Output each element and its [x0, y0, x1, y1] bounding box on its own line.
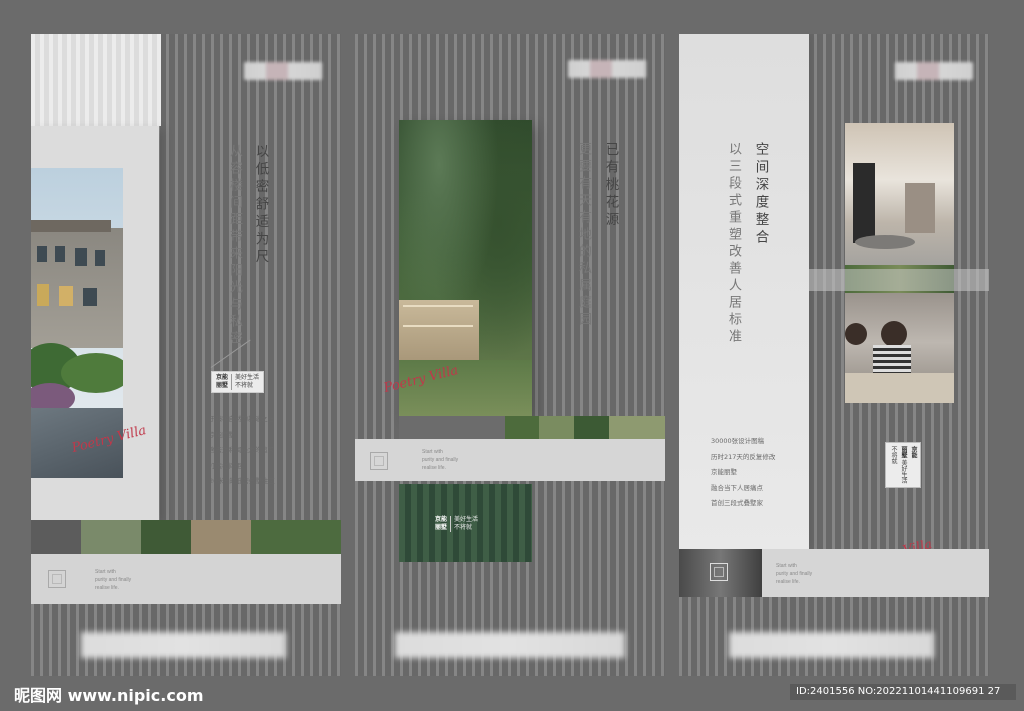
tagline-line: purity and finally — [776, 571, 813, 577]
body-line: 首创三段式叠墅家 — [711, 499, 763, 507]
body-line: 30000张设计图稿 — [711, 437, 765, 445]
blurred-logo — [568, 60, 646, 78]
blurred-footer — [729, 632, 934, 658]
body-text: 30000张设计图稿 历时217天的反复修改 京能丽墅 融合当下人居痛点 首创三… — [711, 434, 775, 512]
body-text: 于臻稀自然的基础之上 京能丽墅 舍去对利润最大的追求 打造楼间距 20米+的低密… — [209, 412, 275, 490]
brand-logo: 京能 丽墅美好生活 不将就 — [211, 371, 265, 393]
overlay-band — [809, 269, 989, 291]
blurred-logo — [895, 62, 973, 80]
blurred-footer — [395, 632, 625, 658]
brand-name: 京能 丽墅 — [216, 374, 229, 389]
brand-logo: 京能 丽墅 美好生活 不将就 — [885, 442, 921, 488]
body-line: 京能丽墅 — [711, 468, 737, 476]
english-tagline: Start with purity and finally realise li… — [95, 568, 131, 592]
tagline-line: realise life. — [776, 579, 800, 585]
footer-band — [31, 554, 341, 604]
poster-canvas: { "panel1": { "title": "以低密舒适为尺", "subti… — [0, 0, 1024, 711]
body-line: 打造楼间距 — [209, 461, 242, 470]
english-tagline: Start with purity and finally realise li… — [422, 448, 458, 472]
poster-panel-2: Poetry Villa 已有桃花源 更要有天有地的私属庭园 Start wit… — [355, 34, 665, 676]
body-line: 京能丽墅 — [209, 430, 235, 439]
body-line: 历时217天的反复修改 — [711, 452, 776, 461]
body-line: 于臻稀自然的基础之上 — [209, 415, 274, 423]
blurred-footer — [81, 632, 286, 658]
blurred-logo — [244, 62, 322, 80]
brand-logo: 京能 丽墅美好生活 不将就 — [435, 516, 478, 532]
poster-panel-3: 空间深度整合 以三段式重塑改善人居标准 30000张设计图稿 历时217天的反复… — [679, 34, 989, 676]
brand-slogan: 美好生活 不将就 — [454, 516, 479, 531]
tagline-line: realise life. — [422, 465, 446, 471]
stripe-decoration — [31, 34, 161, 126]
garden-strip-photo — [31, 520, 341, 554]
interior-photo — [845, 123, 954, 265]
subheadline: 更要有天有地的私属庭园 — [576, 142, 591, 329]
poster-panel-1: Poetry Villa 以低密舒适为尺 从容楼间距带来阳光与私密 京能 丽墅美… — [31, 34, 341, 676]
family-photo — [845, 293, 954, 403]
tagline-line: purity and finally — [95, 577, 132, 583]
tagline-line: realise life. — [95, 585, 119, 591]
english-tagline: Start with purity and finally realise li… — [776, 562, 812, 586]
subheadline: 从容楼间距带来阳光与私密 — [227, 144, 242, 348]
tagline-line: Start with — [95, 569, 116, 575]
brand-name: 京能 丽墅 — [435, 516, 448, 531]
brand-slogan: 美好生活 不将就 — [235, 374, 260, 389]
body-line: 融合当下人居痛点 — [711, 483, 763, 492]
headline: 以低密舒适为尺 — [252, 144, 269, 267]
tagline-line: purity and finally — [422, 457, 459, 463]
body-line: 舍去对利润最大的追求 — [209, 446, 274, 454]
brand-name: 京能 丽墅 — [900, 446, 917, 458]
footer-band — [355, 439, 665, 481]
headline: 空间深度整合 — [752, 142, 769, 247]
headline: 已有桃花源 — [602, 142, 619, 230]
square-icon — [370, 452, 388, 470]
tagline-line: Start with — [776, 563, 797, 569]
site-watermark: 昵图网 www.nipic.com — [14, 686, 204, 705]
tagline-line: Start with — [422, 449, 443, 455]
square-icon — [48, 570, 66, 588]
subheadline: 以三段式重塑改善人居标准 — [726, 142, 741, 346]
square-icon — [710, 563, 728, 581]
id-watermark: ID:2401556 NO:20221101441109691 27 — [796, 686, 1001, 697]
body-line: 20米+的低密叠墅住区 — [209, 477, 275, 485]
